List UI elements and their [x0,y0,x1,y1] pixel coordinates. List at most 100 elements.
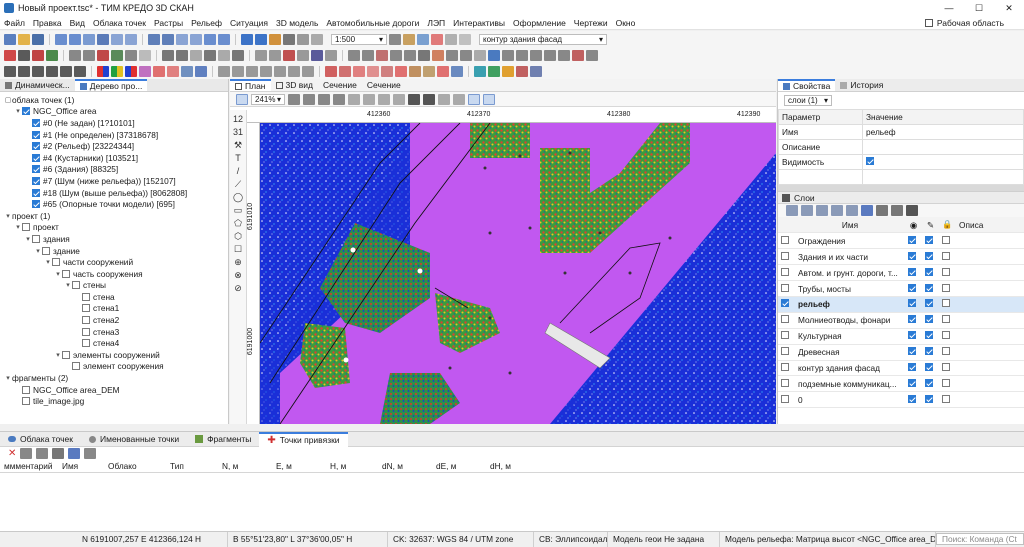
hammer-icon[interactable]: ⚒ [234,140,242,150]
maximize-button[interactable]: ☐ [964,3,994,14]
visibility-checkbox-cell[interactable] [862,154,1024,170]
menu-drawings[interactable]: Чертежи [570,18,612,28]
minimize-button[interactable]: — [934,3,964,14]
filter-view-icon[interactable] [408,93,420,105]
tree-item[interactable]: ▾ фрагменты (2) [0,372,228,384]
layer-current-checkbox[interactable] [781,299,789,308]
layer-lock-checkbox[interactable] [942,235,950,244]
select-mode-icon[interactable] [468,93,480,105]
menu-situation[interactable]: Ситуация [226,18,272,28]
snap-2-icon[interactable] [269,49,281,61]
tool-j-icon[interactable] [474,49,486,61]
layer-row[interactable]: Ограждения [778,232,1024,250]
class-3-icon[interactable] [353,65,365,77]
class-5-icon[interactable] [381,65,393,77]
expand-toggle-icon[interactable]: ▾ [4,212,12,220]
tree-item-checkbox[interactable] [62,269,70,278]
filter-icon[interactable] [218,65,230,77]
col-name[interactable]: Имя [62,461,108,471]
tree-item-checkbox[interactable] [82,316,90,325]
snapshot-icon[interactable] [453,93,465,105]
frame-2-icon[interactable] [363,93,375,105]
filter-5-icon[interactable] [274,65,286,77]
layer-current-checkbox[interactable] [781,347,789,356]
layer-visible-checkbox[interactable] [908,315,916,324]
layer-copy-icon[interactable] [846,205,858,216]
xml-icon[interactable] [125,33,137,45]
table-icon[interactable] [311,33,323,45]
class-2-icon[interactable] [339,65,351,77]
layer-row[interactable]: контур здания фасад [778,360,1024,377]
tree-item-checkbox[interactable] [42,246,50,255]
filter-4-icon[interactable] [260,65,272,77]
tree-item[interactable]: стена1 [0,303,228,315]
snap-5-icon[interactable] [311,49,323,61]
layer-visible-checkbox[interactable] [908,267,916,276]
layer-lock-checkbox[interactable] [942,362,950,371]
array-icon[interactable] [218,49,230,61]
layer-down-icon[interactable] [831,205,843,216]
tree-item[interactable]: ▾ проект (1) [0,210,228,222]
layer-filter-icon[interactable] [861,205,873,216]
filter-tool-icon[interactable] [68,448,81,459]
filter-view-2-icon[interactable] [423,93,435,105]
cloud-4-icon[interactable] [195,65,207,77]
layer-row[interactable]: Автом. и грунт. дороги, т... [778,264,1024,282]
tab-named-points[interactable]: Именованные точки [81,432,187,447]
import-3-icon[interactable] [83,33,95,45]
tree-item[interactable]: стена4 [0,337,228,349]
expand-toggle-icon[interactable]: ▾ [54,351,62,359]
layer-current-checkbox[interactable] [781,362,789,371]
class-6-icon[interactable] [395,65,407,77]
remove-tool-icon[interactable]: ⊗ [234,270,242,280]
class-9-icon[interactable] [437,65,449,77]
cursor-icon[interactable] [4,65,16,77]
cloud-2-icon[interactable] [167,65,179,77]
tab-3d-view[interactable]: 3D вид [271,79,318,91]
relief-icon[interactable] [403,33,415,45]
tool-f-icon[interactable] [418,49,430,61]
tree-item[interactable]: #2 (Рельеф) [23224344] [0,140,228,152]
class-icon[interactable] [325,65,337,77]
palette-icon[interactable] [97,65,109,77]
layer-visible-checkbox[interactable] [908,251,916,260]
tool-h-icon[interactable] [446,49,458,61]
zoom-out-icon[interactable] [303,93,315,105]
scale-icon[interactable] [176,49,188,61]
tree-item[interactable]: #4 (Кустарники) [103521] [0,152,228,164]
tree-item-checkbox[interactable] [32,153,40,162]
layer-lock-checkbox[interactable] [942,394,950,403]
tab-section-2[interactable]: Сечение [362,79,406,91]
table-tool-2-icon[interactable] [36,448,49,459]
layer-row[interactable]: Трубы, мосты [778,280,1024,297]
rotate-icon[interactable] [162,49,174,61]
snap-4-icon[interactable] [297,49,309,61]
tree-item-checkbox[interactable] [72,281,80,290]
snap-icon[interactable] [255,49,267,61]
tree-item[interactable]: ▾ здания [0,233,228,245]
cloud-icon[interactable] [153,65,165,77]
tree-item-checkbox[interactable] [82,327,90,336]
layer-visible-checkbox[interactable] [908,299,916,308]
tab-section-1[interactable]: Сечение [318,79,362,91]
expand-toggle-icon[interactable]: ▾ [34,247,42,255]
layer-editable-checkbox[interactable] [925,315,933,324]
layer-editable-checkbox[interactable] [925,347,933,356]
tree-item[interactable]: NGC_Office area_DEM [0,384,228,396]
layer-editable-checkbox[interactable] [925,299,933,308]
add-point-icon[interactable] [4,49,16,61]
layer-visible-checkbox[interactable] [908,235,916,244]
menu-interactives[interactable]: Интерактивы [449,18,509,28]
menu-relief[interactable]: Рельеф [187,18,226,28]
terrain-icon[interactable] [389,33,401,45]
layer-row[interactable]: Культурная [778,328,1024,345]
close-button[interactable]: ✕ [994,3,1024,14]
tool-o-icon[interactable] [544,49,556,61]
fit-icon[interactable] [333,93,345,105]
filter-6-icon[interactable] [288,65,300,77]
tree-item-checkbox[interactable] [32,130,40,139]
tab-point-clouds[interactable]: Облака точек [0,432,81,447]
settings-icon[interactable] [459,33,471,45]
filter-2-icon[interactable] [232,65,244,77]
edit-icon[interactable] [269,33,281,45]
